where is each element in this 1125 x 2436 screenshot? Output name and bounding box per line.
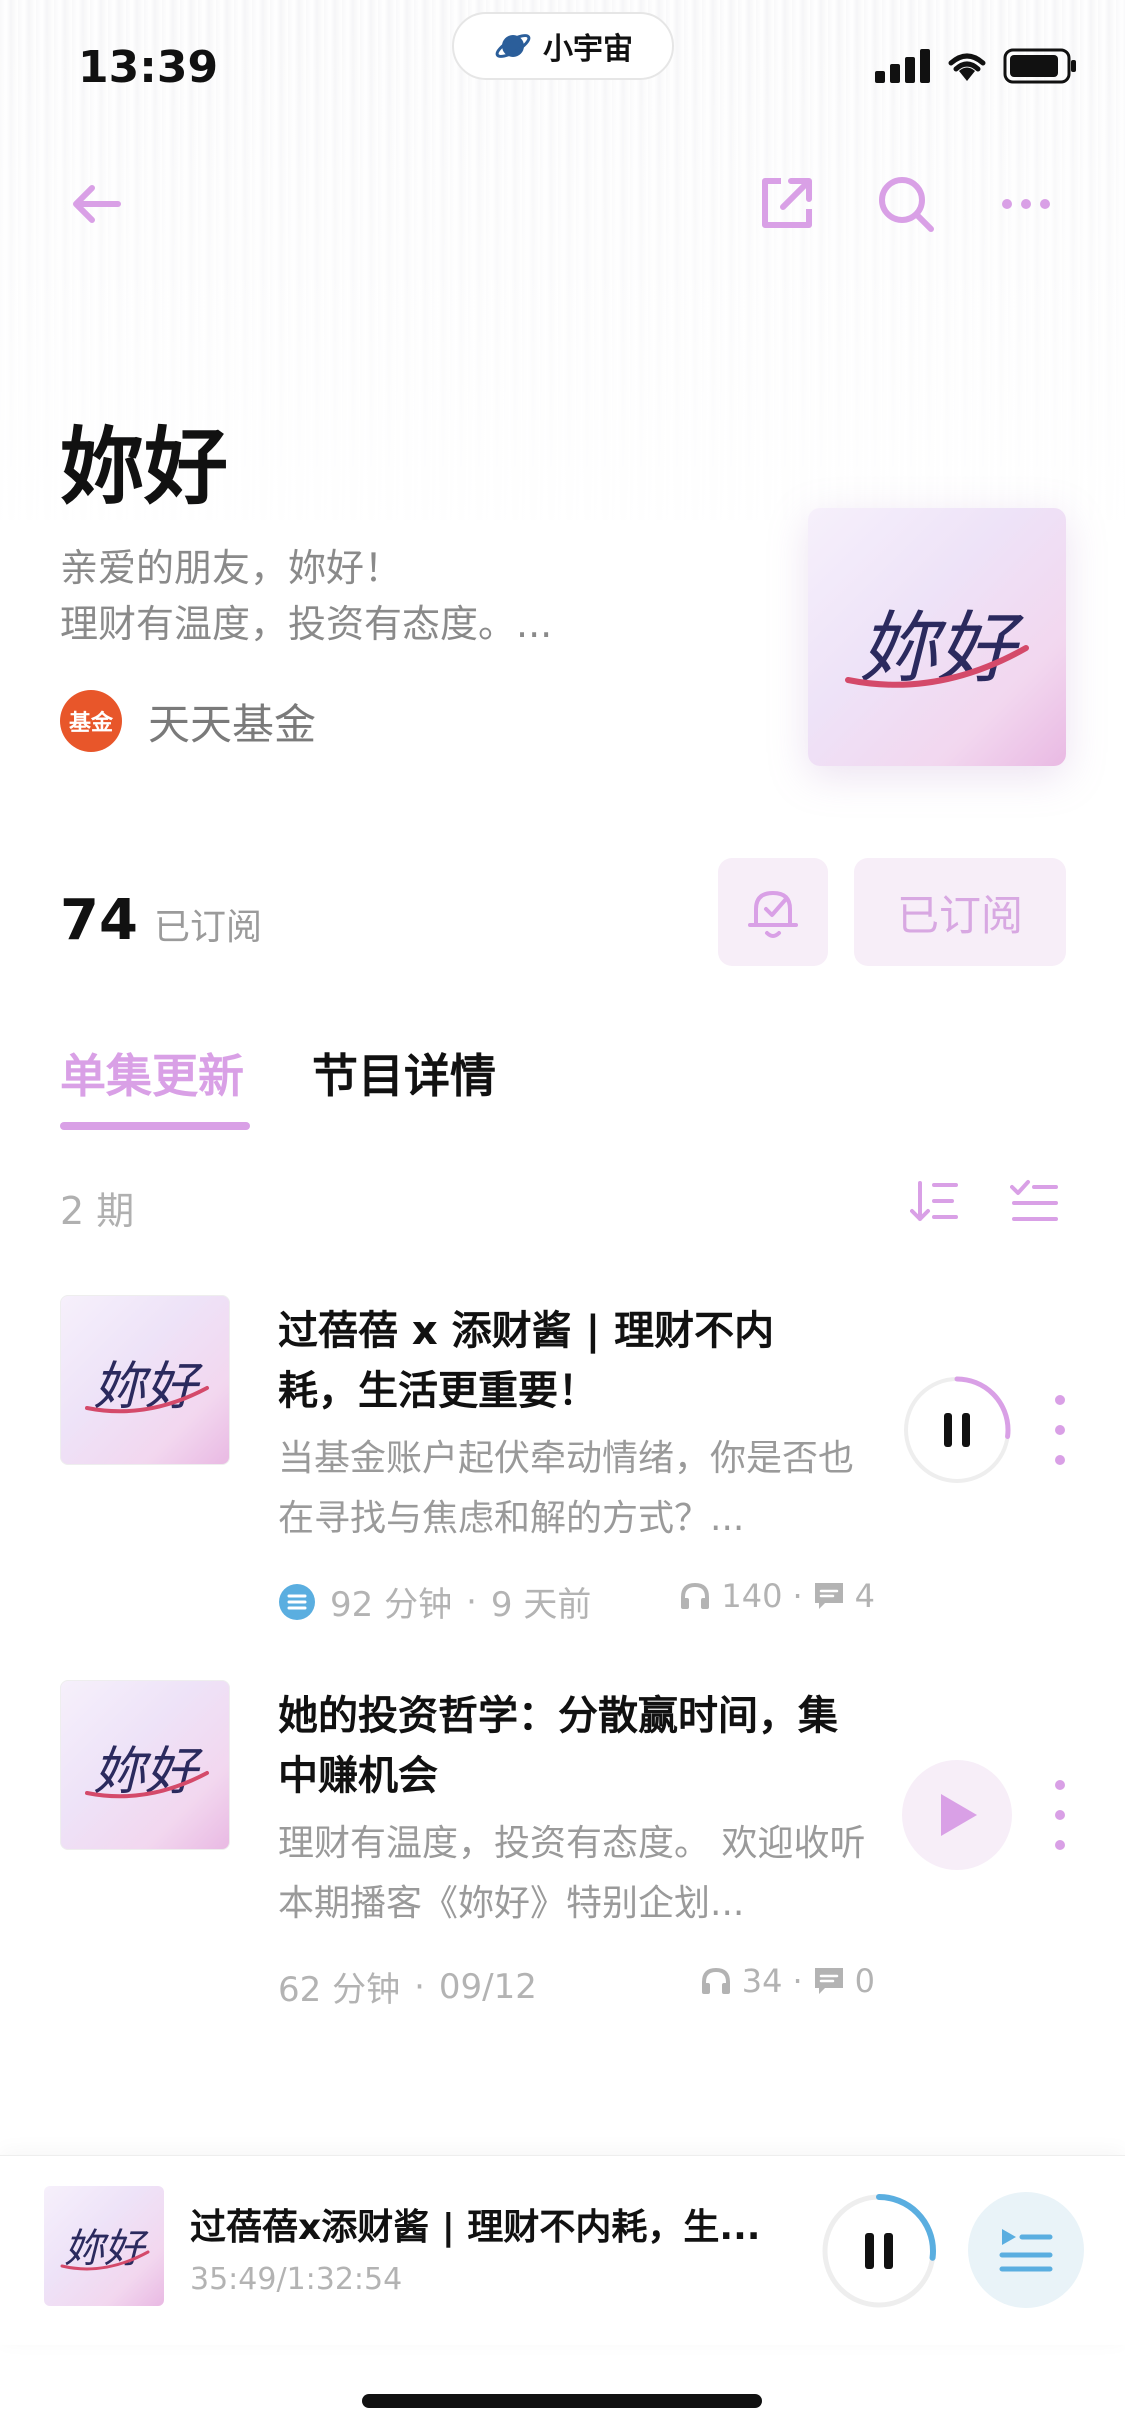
multi-select-icon: [1010, 1180, 1058, 1221]
thumbnail-swoosh: [85, 1386, 209, 1414]
wifi-icon: [948, 53, 986, 81]
thumbnail-swoosh: [85, 1771, 209, 1799]
podcast-description[interactable]: 亲爱的朋友，妳好！ 理财有温度，投资有态度。...: [60, 540, 552, 652]
signal-icon: [875, 49, 930, 83]
more-button[interactable]: [986, 164, 1066, 244]
episode-title: 她的投资哲学：分散赢时间，集中赚机会: [278, 1693, 838, 1799]
player-pause-button[interactable]: [820, 2192, 938, 2310]
meta-separator: ·: [414, 1966, 425, 2007]
play-count: 34: [741, 1962, 783, 2000]
episode-count: 2 期: [60, 1189, 135, 1233]
pause-icon: [903, 1376, 1011, 1484]
episode-thumbnail: 妳好: [60, 1680, 230, 1850]
tab-underline: [60, 1122, 250, 1130]
episode-pause-button[interactable]: [902, 1375, 1012, 1485]
home-indicator: [362, 2394, 762, 2408]
subscriber-count: 74: [60, 888, 138, 953]
play-count: 140: [721, 1577, 783, 1615]
mini-player[interactable]: 妳好 过蓓蓓x添财酱 | 理财不内耗，生... 35:49/1:32:54: [0, 2155, 1125, 2345]
episode-duration: 62 分钟: [278, 1970, 401, 2010]
episode-meta: 62 分钟 · 09/12: [278, 1962, 537, 2011]
status-icons: [875, 48, 1077, 84]
episode-description: 理财有温度，投资有态度。 欢迎收听本期播客《妳好》特别企划...: [278, 1823, 866, 1924]
queue-icon: [999, 2229, 1053, 2272]
more-icon: [1002, 199, 1050, 209]
share-icon: [762, 178, 812, 228]
stats-separator: ·: [792, 1962, 803, 2000]
headphones-icon: [681, 1582, 710, 1609]
more-dot: [1055, 1840, 1065, 1850]
episode-meta: 92 分钟 · 9 天前: [278, 1577, 591, 1626]
app-pill[interactable]: 小宇宙: [452, 12, 674, 80]
queue-button[interactable]: [968, 2192, 1084, 2308]
battery-icon: [1003, 48, 1076, 84]
subscribed-button[interactable]: 已订阅: [854, 858, 1066, 966]
app-pill-label: 小宇宙: [543, 32, 633, 67]
multi-select-button[interactable]: [1004, 1172, 1064, 1232]
stats-separator: ·: [792, 1577, 803, 1615]
description-line-1: 亲爱的朋友，妳好！: [60, 546, 403, 590]
thumbnail-swoosh: [60, 2250, 150, 2271]
episode-more-button[interactable]: [1040, 1395, 1080, 1465]
episode-date: 9 天前: [490, 1585, 592, 1625]
episode-duration: 92 分钟: [330, 1585, 453, 1625]
player-thumbnail: 妳好: [44, 2186, 164, 2306]
podcast-cover[interactable]: 妳好: [808, 508, 1066, 766]
publisher-name: 天天基金: [148, 699, 317, 749]
bell-icon: [748, 891, 798, 938]
publisher-logo: 基金: [60, 690, 122, 752]
tab-details[interactable]: 节目详情: [312, 1040, 496, 1106]
player-title: 过蓓蓓x添财酱 | 理财不内耗，生...: [190, 2207, 761, 2248]
sort-button[interactable]: [904, 1172, 964, 1232]
back-arrow-icon: [73, 185, 121, 223]
search-button[interactable]: [866, 164, 946, 244]
sort-icon: [910, 1181, 958, 1221]
episode-stats: 140 · 4: [679, 1577, 875, 1615]
episode-thumbnail: 妳好: [60, 1295, 230, 1465]
description-line-2: 理财有温度，投资有态度。...: [60, 602, 553, 646]
episode-description: 当基金账户起伏牵动情绪，你是否也在寻找与焦虑和解的方式？...: [278, 1438, 855, 1539]
notification-button[interactable]: [718, 858, 828, 966]
cover-swoosh: [845, 645, 1029, 688]
tab-episodes[interactable]: 单集更新: [60, 1040, 244, 1106]
episode-stats: 34 · 0: [700, 1962, 875, 2000]
status-time: 13:39: [78, 42, 219, 93]
pause-icon: [822, 2194, 936, 2308]
more-dot: [1055, 1810, 1065, 1820]
planet-icon: [495, 34, 531, 58]
share-button[interactable]: [746, 164, 826, 244]
more-dot: [1055, 1455, 1065, 1465]
player-time: 35:49/1:32:54: [190, 2262, 403, 2297]
more-dot: [1055, 1425, 1065, 1435]
nav-bar: [0, 150, 1125, 250]
episode-item[interactable]: 妳好 她的投资哲学：分散赢时间，集中赚机会 理财有温度，投资有态度。 欢迎收听本…: [0, 1680, 1125, 2020]
back-button[interactable]: [56, 164, 136, 244]
episode-more-button[interactable]: [1040, 1780, 1080, 1850]
play-icon: [941, 1794, 977, 1836]
comment-icon: [814, 1968, 843, 1994]
episode-title: 过蓓蓓 x 添财酱 | 理财不内耗，生活更重要！: [278, 1308, 775, 1414]
transcript-icon: [279, 1583, 315, 1620]
episode-date: 09/12: [438, 1966, 537, 2007]
headphones-icon: [701, 1967, 730, 1994]
episode-item[interactable]: 妳好 过蓓蓓 x 添财酱 | 理财不内耗，生活更重要！ 当基金账户起伏牵动情绪，…: [0, 1295, 1125, 1635]
comment-count: 4: [854, 1577, 875, 1615]
subscriber-label: 已订阅: [153, 907, 262, 948]
episode-play-button[interactable]: [902, 1760, 1012, 1870]
comment-icon: [814, 1583, 843, 1609]
more-dot: [1055, 1395, 1065, 1405]
publisher[interactable]: 基金 天天基金: [60, 690, 316, 752]
search-icon: [879, 177, 934, 232]
meta-separator: ·: [466, 1581, 477, 1622]
podcast-title: 妳好: [60, 418, 229, 516]
subscriber-info: 74 已订阅: [60, 888, 262, 953]
comment-count: 0: [854, 1962, 875, 2000]
status-bar: 13:39 小宇宙: [0, 0, 1125, 130]
more-dot: [1055, 1780, 1065, 1790]
